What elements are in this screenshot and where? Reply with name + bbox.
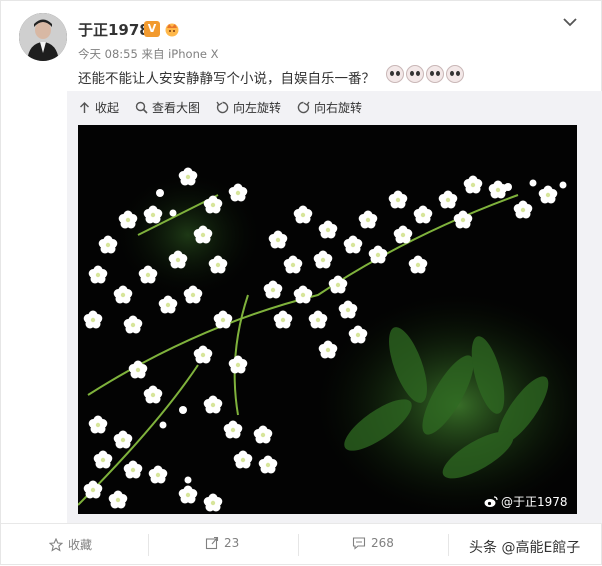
chevron-down-icon[interactable]: [562, 13, 578, 27]
post-photo[interactable]: [78, 125, 577, 514]
emoji-icon: [406, 65, 424, 83]
post-time[interactable]: 今天 08:55: [78, 47, 138, 61]
vip-crown-icon: [164, 21, 180, 37]
repost-icon: [205, 536, 219, 550]
emoji-icon: [446, 65, 464, 83]
rotate-right-icon: [297, 101, 310, 114]
repost-button[interactable]: 23: [205, 536, 239, 550]
media-toolbar: 收起 查看大图 向左旋转 向右旋转: [78, 99, 378, 116]
post-source[interactable]: iPhone X: [168, 47, 218, 61]
emoji-group: [386, 65, 464, 83]
footer-divider: [298, 534, 299, 556]
collapse-button[interactable]: 收起: [78, 99, 119, 116]
view-large-button[interactable]: 查看大图: [135, 99, 200, 116]
verified-badge-icon: V: [144, 21, 160, 37]
footer-divider: [148, 534, 149, 556]
source-prefix: 来自: [141, 47, 165, 61]
rotate-left-label: 向左旋转: [233, 101, 282, 115]
rotate-left-button[interactable]: 向左旋转: [216, 99, 281, 116]
emoji-icon: [386, 65, 404, 83]
author-name[interactable]: 于正1978: [78, 19, 150, 40]
post-text: 还能不能让人安安静静写个小说，自娱自乐一番？: [78, 71, 375, 87]
magnifier-icon: [135, 101, 148, 114]
rotate-left-icon: [216, 101, 229, 114]
watermark-text: @于正1978: [501, 495, 568, 509]
source-watermark: 头条 @高能E館子: [469, 540, 581, 556]
collapse-icon: [80, 102, 89, 113]
footer-divider: [448, 534, 449, 556]
collapse-label: 收起: [95, 101, 120, 115]
rotate-right-label: 向右旋转: [314, 101, 363, 115]
emoji-icon: [426, 65, 444, 83]
view-large-label: 查看大图: [152, 101, 201, 115]
weibo-logo-icon: [484, 495, 498, 507]
favorite-label: 收藏: [68, 538, 93, 552]
comment-count: 268: [371, 536, 394, 550]
rotate-right-button[interactable]: 向右旋转: [297, 99, 362, 116]
author-avatar[interactable]: [19, 13, 67, 61]
favorite-button[interactable]: 收藏: [49, 536, 92, 553]
post-meta: 今天 08:55 来自 iPhone X: [78, 46, 218, 62]
comment-button[interactable]: 268: [352, 536, 394, 550]
post-footer: 收藏 23 268 头条 @高能E館子: [1, 523, 602, 566]
photo-watermark: @于正1978: [484, 493, 568, 510]
repost-count: 23: [224, 536, 240, 550]
weibo-post-card: 于正1978 V 今天 08:55 来自 iPhone X 还能不能让人安安静静…: [0, 0, 602, 565]
star-icon: [49, 537, 63, 552]
comment-icon: [352, 537, 366, 550]
